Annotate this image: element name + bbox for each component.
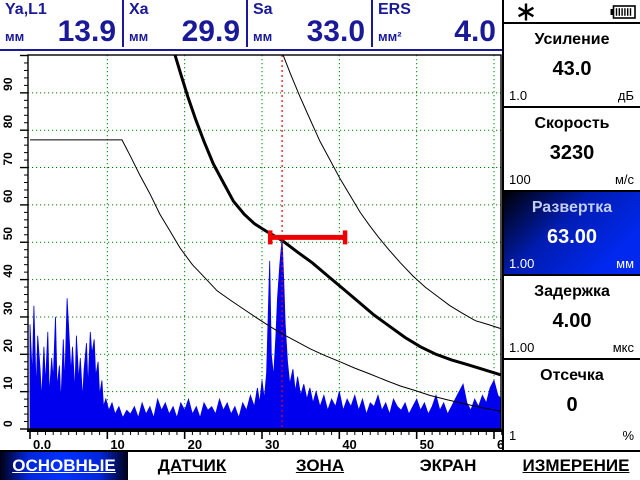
y-tick-label: 70 bbox=[1, 152, 15, 166]
panel-unit: % bbox=[622, 428, 634, 443]
panel-title: Усиление bbox=[504, 24, 640, 49]
panel-step: 1.00 bbox=[509, 256, 534, 271]
panel-range[interactable]: Развертка 63.00 1.00 мм bbox=[504, 192, 640, 276]
x-tick-label: 40 bbox=[342, 437, 356, 450]
measurement-label: ERS bbox=[378, 1, 411, 19]
panel-title: Скорость bbox=[504, 108, 640, 133]
panel-value: 4.00 bbox=[504, 301, 640, 333]
dac-lower bbox=[30, 140, 502, 412]
measurement-sa: Sa мм 33.0 bbox=[248, 0, 373, 47]
panel-unit: м/с bbox=[615, 172, 634, 187]
signal-trace bbox=[30, 239, 502, 430]
status-bar bbox=[504, 0, 640, 24]
panel-step: 100 bbox=[509, 172, 531, 187]
panel-title: Задержка bbox=[504, 276, 640, 301]
panel-step: 1.0 bbox=[509, 88, 527, 103]
measurement-label: Sa bbox=[253, 1, 273, 19]
measurement-xa: Xa мм 29.9 bbox=[124, 0, 248, 47]
panel-value: 43.0 bbox=[504, 49, 640, 81]
y-tick-label: 50 bbox=[1, 227, 15, 241]
y-tick-label: 30 bbox=[1, 301, 15, 315]
flaw-detector-screen: Ya,L1 мм 13.9 Xa мм 29.9 Sa мм 33.0 ERS … bbox=[0, 0, 640, 480]
y-tick-label: 20 bbox=[1, 339, 15, 353]
tab-measure[interactable]: ИЗМЕРЕНИЕ bbox=[512, 452, 640, 480]
x-tick-label: 30 bbox=[265, 437, 279, 450]
panel-title: Отсечка bbox=[504, 360, 640, 385]
y-tick-label: 60 bbox=[1, 189, 15, 203]
panel-value: 0 bbox=[504, 385, 640, 417]
tab-label: ИЗМЕРЕНИЕ bbox=[521, 456, 632, 476]
measurement-label: Xa bbox=[129, 1, 149, 19]
tab-zone[interactable]: ЗОНА bbox=[256, 452, 384, 480]
tab-probe[interactable]: ДАТЧИК bbox=[128, 452, 256, 480]
measurement-value: 13.9 bbox=[58, 17, 116, 47]
asterisk-icon bbox=[516, 2, 536, 22]
panel-title: Развертка bbox=[504, 192, 640, 217]
panel-unit: мм bbox=[616, 256, 634, 271]
x-axis-line bbox=[27, 429, 502, 432]
panel-delay[interactable]: Задержка 4.00 1.00 мкс bbox=[504, 276, 640, 360]
tab-label: ЭКРАН bbox=[418, 456, 479, 476]
panel-step: 1 bbox=[509, 428, 516, 443]
x-tick-label: 20 bbox=[188, 437, 202, 450]
measurement-unit: мм bbox=[5, 29, 24, 44]
measurement-label: Ya,L1 bbox=[5, 1, 47, 19]
measurement-value: 4.0 bbox=[454, 17, 496, 47]
y-tick-label: 10 bbox=[1, 376, 15, 390]
tab-label: ЗОНА bbox=[294, 456, 346, 476]
x-tick-label: 0.0 bbox=[33, 437, 51, 450]
panel-value: 63.00 bbox=[504, 217, 640, 249]
x-tick-label: 10 bbox=[110, 437, 124, 450]
panel-gain[interactable]: Усиление 43.0 1.0 дБ bbox=[504, 24, 640, 108]
panel-unit: мкс bbox=[613, 340, 634, 355]
panel-unit: дБ bbox=[618, 88, 634, 103]
measurement-value: 29.9 bbox=[182, 17, 240, 47]
dac-main bbox=[175, 54, 502, 376]
panel-velocity[interactable]: Скорость 3230 100 м/с bbox=[504, 108, 640, 192]
y-tick-label: 80 bbox=[1, 115, 15, 129]
measurement-unit: мм bbox=[129, 29, 148, 44]
measurement-bar: Ya,L1 мм 13.9 Xa мм 29.9 Sa мм 33.0 ERS … bbox=[0, 0, 502, 51]
measurement-unit: мм bbox=[253, 29, 272, 44]
tab-main[interactable]: ОСНОВНЫЕ bbox=[0, 452, 128, 480]
y-tick-label: 90 bbox=[1, 77, 15, 91]
panel-value: 3230 bbox=[504, 133, 640, 165]
panel-reject[interactable]: Отсечка 0 1 % bbox=[504, 360, 640, 446]
panel-step: 1.00 bbox=[509, 340, 534, 355]
tab-screen[interactable]: ЭКРАН bbox=[384, 452, 512, 480]
tab-label: ОСНОВНЫЕ bbox=[10, 456, 118, 476]
measurement-value: 33.0 bbox=[307, 17, 365, 47]
measurement-unit: мм² bbox=[378, 29, 402, 44]
x-tick-label: 50 bbox=[420, 437, 434, 450]
tab-label: ДАТЧИК bbox=[156, 456, 228, 476]
y-tick-label: 40 bbox=[1, 264, 15, 278]
y-tick-label: 0 bbox=[1, 420, 15, 427]
battery-full-icon bbox=[610, 5, 636, 19]
ascan-plot: 0.01020304050600102030405060708090 bbox=[0, 49, 502, 450]
parameter-sidebar: Усиление 43.0 1.0 дБ Скорость 3230 100 м… bbox=[502, 0, 640, 450]
main-menu: ОСНОВНЫЕ ДАТЧИК ЗОНА ЭКРАН ИЗМЕРЕНИЕ bbox=[0, 450, 640, 480]
dac-upper bbox=[282, 53, 502, 329]
measurement-ers: ERS мм² 4.0 bbox=[373, 0, 502, 47]
measurement-ya: Ya,L1 мм 13.9 bbox=[0, 0, 124, 47]
